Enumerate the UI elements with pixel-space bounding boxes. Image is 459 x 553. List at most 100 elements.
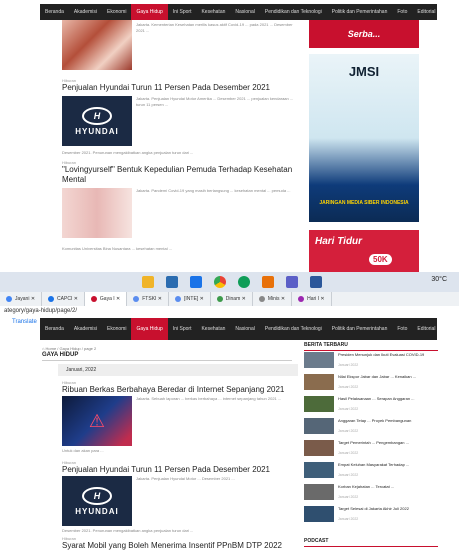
nav-item-foto[interactable]: Foto [392, 4, 412, 20]
article-title[interactable]: Ribuan Berkas Berbahaya Beredar di Inter… [62, 385, 302, 395]
nav-item-gaya-hidup[interactable]: Gaya Hidup [131, 318, 168, 340]
nav-item-akademisi[interactable]: Akademisi [69, 4, 102, 20]
hyundai-thumbnail[interactable]: H HYUNDAI [62, 476, 132, 526]
windows-taskbar: 30°C [0, 272, 459, 292]
news-title[interactable]: Hasil Pelaksanaan ... Serapan Anggaran .… [338, 396, 438, 401]
browser-tab[interactable]: Minis ✕ [253, 292, 293, 306]
browser-tab[interactable]: [INTE] ✕ [169, 292, 211, 306]
sidebar-heading: BERITA TERBARU [304, 342, 438, 351]
file-explorer-icon[interactable] [142, 276, 154, 288]
store-icon[interactable] [166, 276, 178, 288]
news-thumbnail[interactable] [304, 440, 334, 456]
news-thumbnail[interactable] [304, 462, 334, 478]
article-footer: Untuk dan akan para ... [62, 448, 104, 453]
shuffle-icon[interactable]: ⤨ [440, 4, 446, 20]
word-icon[interactable] [310, 276, 322, 288]
nav-item-ini-sport[interactable]: Ini Sport [168, 4, 197, 20]
main-navigation: Beranda Akademisi Ekonomi Gaya Hidup Ini… [40, 318, 446, 340]
news-title[interactable]: Presiden Menunjuk dan Ikuti Evaluasi COV… [338, 352, 438, 357]
news-date: Januari 2022 [338, 407, 359, 411]
news-thumbnail[interactable] [304, 506, 334, 522]
nav-item-ini-sport[interactable]: Ini Sport [168, 318, 197, 340]
nav-item-kesehatan[interactable]: Kesehatan [196, 4, 230, 20]
tab-label: Hari I [307, 296, 320, 302]
article-thumbnail[interactable] [62, 20, 132, 70]
news-title[interactable]: Target Pemerintah ... Pengembangan ... [338, 440, 438, 445]
article-snippet: Jakarta. Kementerian Kesehatan merilis k… [136, 22, 293, 33]
breadcrumb[interactable]: ⌂ Home / Gaya Hidup / page 2 [42, 346, 96, 351]
nav-item-politik[interactable]: Politik dan Pemerintahan [327, 4, 393, 20]
news-thumbnail[interactable] [304, 418, 334, 434]
sidebar-ads: Serba... JMSI JARINGAN MEDIA SIBER INDON… [309, 20, 419, 272]
article-snippet: Jakarta. Sebuah laporan ... berkas berba… [136, 396, 282, 401]
nav-item-nasional[interactable]: Nasional [230, 4, 259, 20]
latest-news-item[interactable]: Target Selesai di Jakarta Akhir Juli 202… [304, 506, 438, 524]
latest-news-item[interactable]: Target Pemerintah ... Pengembangan ... J… [304, 440, 438, 458]
photos-icon[interactable] [262, 276, 274, 288]
nav-item-beranda[interactable]: Beranda [40, 4, 69, 20]
address-bar[interactable]: ategory/gaya-hidup/page/2/ [0, 306, 459, 316]
article-snippet: Jakarta. Penjualan Hyundai Motor ... Des… [136, 476, 235, 481]
nav-item-foto[interactable]: Foto [392, 318, 412, 340]
browser-tab[interactable]: Hari I ✕ [292, 292, 332, 306]
nav-item-ekonomi[interactable]: Ekonomi [102, 318, 131, 340]
news-thumbnail[interactable] [304, 352, 334, 368]
news-thumbnail[interactable] [304, 484, 334, 500]
news-title[interactable]: Empat Keluhan Masyarakat Terhadap ... [338, 462, 438, 467]
page-title: GAYA HIDUP [42, 352, 292, 361]
news-thumbnail[interactable] [304, 374, 334, 390]
nav-item-ekonomi[interactable]: Ekonomi [102, 4, 131, 20]
news-title[interactable]: Korban Kejahatan ... Tercatat ... [338, 484, 438, 489]
malware-thumbnail[interactable]: ⚠ [62, 396, 132, 446]
article-title[interactable]: "Lovingyurself" Bentuk Kepedulian Pemuda… [62, 165, 302, 185]
nav-item-akademisi[interactable]: Akademisi [69, 318, 102, 340]
nav-item-politik[interactable]: Politik dan Pemerintahan [327, 318, 393, 340]
nav-item-nasional[interactable]: Nasional [230, 318, 259, 340]
nav-item-kesehatan[interactable]: Kesehatan [196, 318, 230, 340]
tab-label: Jayani [15, 296, 30, 302]
browser-tab-active[interactable]: Gaya I ✕ [84, 292, 128, 306]
nav-item-pendidikan[interactable]: Pendidikan dan Teknologi [260, 318, 327, 340]
article-card: Jakarta. Kementerian Kesehatan merilis k… [62, 20, 302, 72]
news-thumbnail[interactable] [304, 396, 334, 412]
news-title[interactable]: Target Selesai di Jakarta Akhir Juli 202… [338, 506, 438, 511]
news-title[interactable]: Anggaran Tetap ... Proyek Pembangunan [338, 418, 438, 423]
latest-news-item[interactable]: Nilai Ekspor Jabar dan Jabar ... Kenaika… [304, 374, 438, 392]
podcast-heading: PODCAST [304, 538, 438, 547]
nav-item-editorial[interactable]: Editorial [412, 4, 440, 20]
ad-banner[interactable]: Serba... [309, 20, 419, 48]
nav-item-editorial[interactable]: Editorial [412, 318, 440, 340]
browser-tab[interactable]: Jayani ✕ [0, 292, 43, 306]
latest-news-item[interactable]: Presiden Menunjuk dan Ikuti Evaluasi COV… [304, 352, 438, 370]
hyundai-logo-icon: H [82, 106, 112, 125]
mail-icon[interactable] [190, 276, 202, 288]
latest-news-item[interactable]: Anggaran Tetap ... Proyek Pembangunan Ja… [304, 418, 438, 436]
browser-tab[interactable]: FTSKI ✕ [127, 292, 170, 306]
news-title[interactable]: Nilai Ekspor Jabar dan Jabar ... Kenaika… [338, 374, 438, 379]
edge-icon[interactable] [238, 276, 250, 288]
news-date: Januari 2022 [338, 473, 359, 477]
weather-temperature[interactable]: 30°C [431, 276, 447, 283]
article-title[interactable]: Syarat Mobil yang Boleh Menerima Insenti… [62, 541, 302, 551]
promo-ad-banner[interactable]: Hari Tidur 50K [309, 230, 419, 272]
nav-item-pendidikan[interactable]: Pendidikan dan Teknologi [260, 4, 327, 20]
shuffle-icon[interactable]: ⤨ [440, 325, 446, 333]
latest-news-item[interactable]: Empat Keluhan Masyarakat Terhadap ... Ja… [304, 462, 438, 480]
browser-tab[interactable]: Dinam ✕ [211, 292, 253, 306]
browser-tab[interactable]: CAPCI ✕ [42, 292, 85, 306]
hyundai-thumbnail[interactable]: H HYUNDAI [62, 96, 132, 146]
tab-favicon-icon [90, 296, 97, 302]
article-thumbnail[interactable] [62, 188, 132, 238]
latest-news-item[interactable]: Korban Kejahatan ... Tercatat ... Januar… [304, 484, 438, 502]
nav-item-beranda[interactable]: Beranda [40, 318, 69, 340]
jmsi-ad-banner[interactable]: JMSI JARINGAN MEDIA SIBER INDONESIA [309, 54, 419, 222]
chrome-icon[interactable] [214, 276, 226, 288]
article-card: Hiburan Penjualan Hyundai Turun 11 Perse… [62, 460, 302, 542]
latest-news-item[interactable]: Hasil Pelaksanaan ... Serapan Anggaran .… [304, 396, 438, 414]
article-title[interactable]: Penjualan Hyundai Turun 11 Persen Pada D… [62, 465, 302, 475]
nav-item-gaya-hidup[interactable]: Gaya Hidup [131, 4, 168, 20]
teams-icon[interactable] [286, 276, 298, 288]
latest-news-sidebar: BERITA TERBARU Presiden Menunjuk dan Iku… [304, 342, 438, 553]
article-title[interactable]: Penjualan Hyundai Turun 11 Persen Pada D… [62, 83, 302, 93]
tab-favicon-icon [133, 296, 140, 302]
